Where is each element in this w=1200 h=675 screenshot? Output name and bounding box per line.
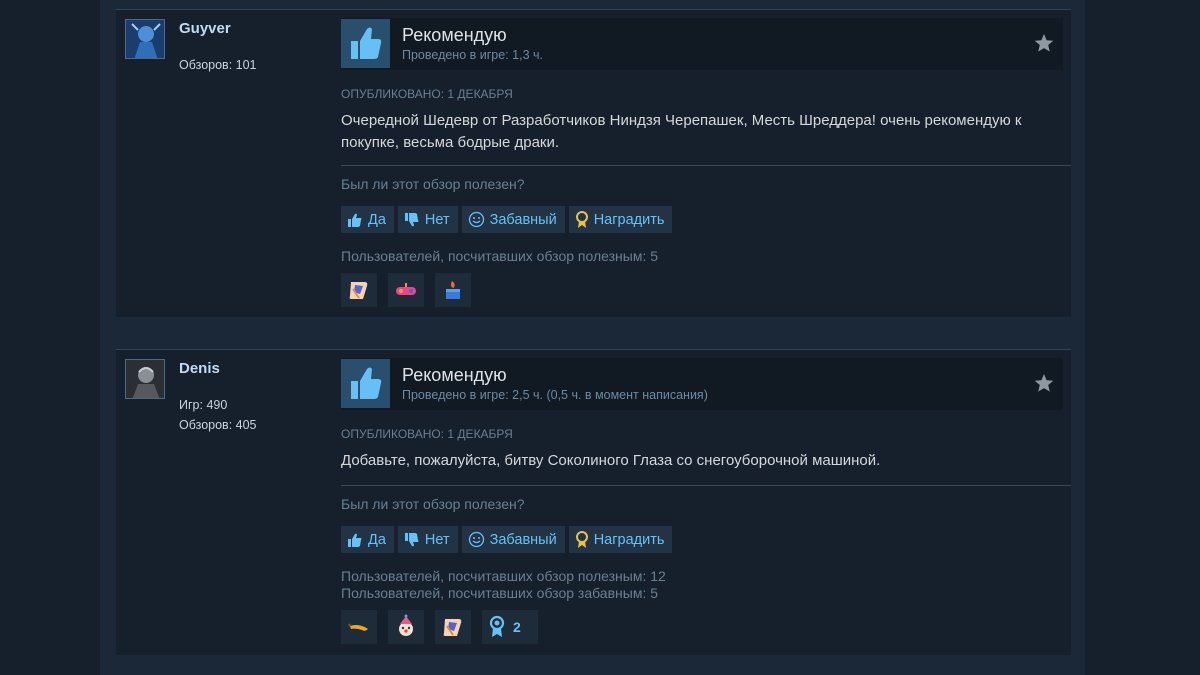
- smiley-icon: [468, 211, 484, 228]
- posted-date: Опубликовано: 1 декабря: [341, 87, 513, 101]
- thumbs-up-icon: [341, 359, 390, 408]
- vote-no-button[interactable]: Нет: [397, 206, 458, 233]
- star-icon[interactable]: [1033, 372, 1055, 394]
- author-review-count[interactable]: Обзоров: 101: [179, 58, 257, 72]
- smiley-icon: [468, 531, 484, 548]
- divider: [341, 165, 1071, 166]
- left-gutter: [0, 0, 100, 675]
- review-text: Добавьте, пожалуйста, битву Соколиного Г…: [341, 452, 881, 469]
- vote-yes-button[interactable]: Да: [341, 526, 394, 553]
- avatar[interactable]: [125, 19, 165, 59]
- author-games-count[interactable]: Игр: 490: [179, 398, 227, 412]
- verdict-title[interactable]: Рекомендую: [402, 25, 507, 46]
- vote-header: Рекомендую Проведено в игре: 1,3 ч.: [341, 18, 1063, 70]
- controller-award-icon[interactable]: [388, 273, 424, 307]
- award-button[interactable]: Наградить: [568, 206, 673, 233]
- award-ribbon-icon: [575, 210, 588, 228]
- star-icon[interactable]: [1033, 32, 1055, 54]
- clown-award-icon[interactable]: [388, 610, 424, 644]
- vote-funny-button[interactable]: Забавный: [461, 526, 565, 553]
- thumbs-down-icon: [404, 532, 419, 546]
- vote-header: Рекомендую Проведено в игре: 2,5 ч. (0,5…: [341, 358, 1063, 410]
- banana-award-icon[interactable]: [341, 610, 377, 644]
- author-name[interactable]: Guyver: [179, 20, 231, 37]
- thumbs-up-icon: [348, 213, 362, 227]
- right-gutter: [1085, 0, 1200, 675]
- vote-funny-label: Забавный: [489, 531, 557, 548]
- medal-award-icon[interactable]: 2: [482, 610, 538, 644]
- hours-played: Проведено в игре: 1,3 ч.: [402, 48, 543, 62]
- award-ribbon-icon: [575, 530, 588, 548]
- verdict-title[interactable]: Рекомендую: [402, 365, 507, 386]
- award-label: Наградить: [593, 211, 665, 228]
- award-count: 2: [513, 619, 521, 635]
- vote-funny-button[interactable]: Забавный: [461, 206, 565, 233]
- review-card: Guyver Обзоров: 101 Рекомендую Проведено…: [116, 9, 1071, 317]
- scroll-award-icon[interactable]: [435, 610, 471, 644]
- vote-no-label: Нет: [424, 531, 450, 548]
- thumbs-up-icon: [348, 533, 362, 547]
- hours-played: Проведено в игре: 2,5 ч. (0,5 ч. в момен…: [402, 388, 708, 402]
- cake-award-icon[interactable]: [435, 273, 471, 307]
- vote-yes-label: Да: [368, 531, 386, 548]
- vote-no-button[interactable]: Нет: [397, 526, 458, 553]
- thumbs-up-icon: [341, 19, 390, 68]
- vote-buttons: Да Нет Забавный Наградить: [341, 526, 673, 553]
- helpful-question: Был ли этот обзор полезен?: [341, 496, 525, 512]
- author-review-count[interactable]: Обзоров: 405: [179, 418, 257, 432]
- award-label: Наградить: [593, 531, 665, 548]
- avatar[interactable]: [125, 359, 165, 399]
- awards-row: [341, 273, 471, 307]
- posted-date: Опубликовано: 1 декабря: [341, 427, 513, 441]
- review-card: Denis Игр: 490 Обзоров: 405 Рекомендую П…: [116, 349, 1071, 655]
- vote-funny-label: Забавный: [489, 211, 557, 228]
- funny-count: Пользователей, посчитавших обзор забавны…: [341, 585, 659, 601]
- author-name[interactable]: Denis: [179, 360, 220, 377]
- helpful-count: Пользователей, посчитавших обзор полезны…: [341, 248, 659, 264]
- vote-no-label: Нет: [424, 211, 450, 228]
- vote-buttons: Да Нет Забавный Наградить: [341, 206, 673, 233]
- vote-yes-button[interactable]: Да: [341, 206, 394, 233]
- scroll-award-icon[interactable]: [341, 273, 377, 307]
- vote-yes-label: Да: [368, 211, 386, 228]
- helpful-question: Был ли этот обзор полезен?: [341, 176, 525, 192]
- award-button[interactable]: Наградить: [568, 526, 673, 553]
- thumbs-down-icon: [404, 212, 419, 226]
- divider: [341, 485, 1071, 486]
- helpful-count: Пользователей, посчитавших обзор полезны…: [341, 568, 666, 584]
- review-text: Очередной Шедевр от Разработчиков Ниндзя…: [341, 112, 1022, 151]
- awards-row: 2: [341, 610, 538, 644]
